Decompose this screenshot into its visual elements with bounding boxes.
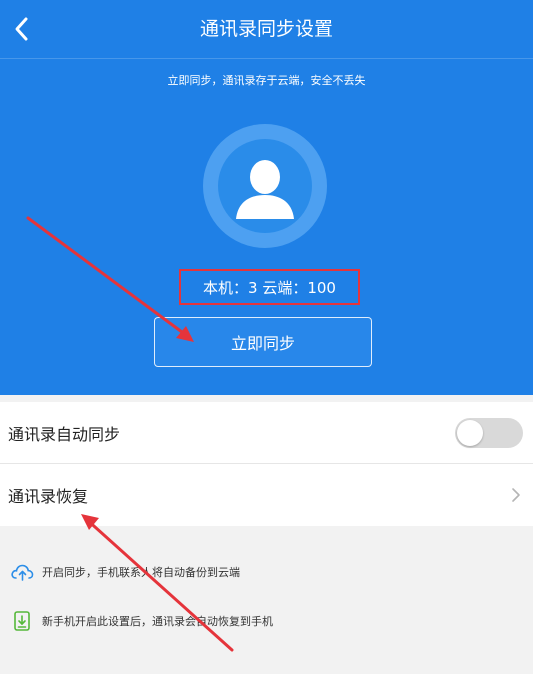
restore-contacts-row[interactable]: 通讯录恢复 bbox=[0, 464, 533, 526]
tip-restore-text: 新手机开启此设置后，通讯录会自动恢复到手机 bbox=[42, 615, 273, 628]
user-icon bbox=[236, 160, 294, 219]
auto-sync-row[interactable]: 通讯录自动同步 bbox=[0, 402, 533, 464]
hero-subtitle: 立即同步，通讯录存于云端，安全不丢失 bbox=[167, 74, 366, 87]
chevron-right-icon bbox=[512, 488, 520, 502]
toggle-knob bbox=[457, 420, 483, 446]
auto-sync-label: 通讯录自动同步 bbox=[8, 425, 121, 444]
header-divider bbox=[0, 58, 533, 59]
restore-label: 通讯录恢复 bbox=[8, 487, 89, 506]
sync-now-button[interactable]: 立即同步 bbox=[154, 317, 372, 367]
download-icon bbox=[14, 611, 30, 631]
sync-hero-panel: 通讯录同步设置 立即同步，通讯录存于云端，安全不丢失 本机：3 云端：100 立… bbox=[0, 0, 533, 395]
avatar bbox=[203, 124, 327, 248]
contact-counts: 本机：3 云端：100 bbox=[179, 269, 360, 305]
tip-restore: 新手机开启此设置后，通讯录会自动恢复到手机 bbox=[10, 611, 273, 631]
tip-backup-text: 开启同步，手机联系人将自动备份到云端 bbox=[42, 566, 240, 579]
tip-backup: 开启同步，手机联系人将自动备份到云端 bbox=[10, 562, 240, 582]
auto-sync-toggle[interactable] bbox=[455, 418, 523, 448]
page-title: 通讯录同步设置 bbox=[199, 18, 333, 40]
cloud-upload-icon bbox=[11, 564, 34, 581]
